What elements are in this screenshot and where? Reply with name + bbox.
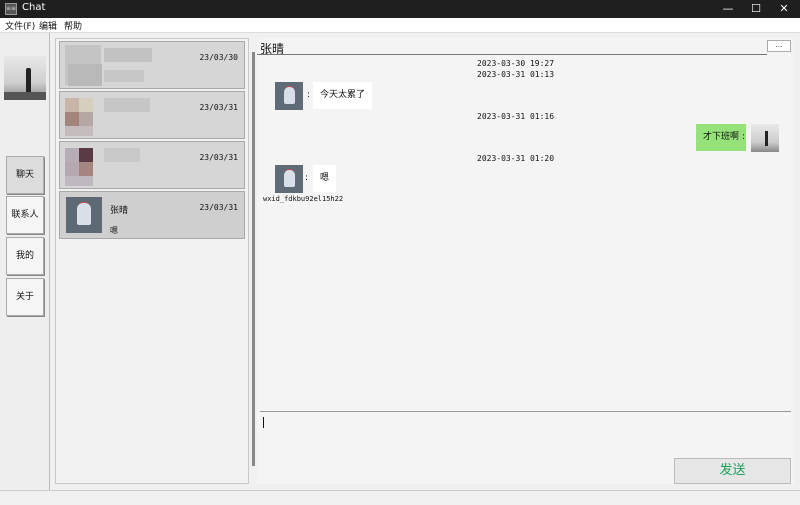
conversation-item[interactable]: 23/03/31 bbox=[59, 141, 245, 189]
list-scrollbar[interactable] bbox=[252, 52, 255, 466]
conversation-last-message: 嗯 bbox=[110, 226, 118, 235]
timestamp: 2023-03-31 01:16 bbox=[477, 112, 555, 121]
message-bubble-incoming: 嗯 bbox=[313, 165, 337, 192]
timestamp: 2023-03-30 19:27 bbox=[477, 59, 555, 68]
header-divider bbox=[257, 54, 767, 55]
window-title: Chat bbox=[22, 2, 46, 13]
nav-about-button[interactable]: 关于 bbox=[6, 278, 44, 316]
conversation-item[interactable]: 23/03/30 bbox=[59, 41, 245, 89]
contact-avatar bbox=[275, 165, 303, 193]
send-button[interactable]: 发送 bbox=[674, 458, 791, 484]
conversation-date: 23/03/30 bbox=[199, 53, 238, 62]
message-bubble-incoming: 今天太累了 bbox=[313, 82, 373, 109]
status-bar bbox=[0, 490, 800, 505]
more-button[interactable]: ... bbox=[767, 40, 791, 52]
nav-chat-button[interactable]: 聊天 bbox=[6, 156, 44, 194]
menu-file[interactable]: 文件(F) bbox=[5, 19, 35, 32]
text-caret bbox=[263, 417, 264, 428]
title-bar: ≡≡ Chat — ☐ ✕ bbox=[0, 0, 800, 18]
app-icon: ≡≡ bbox=[5, 3, 17, 15]
conversation-date: 23/03/31 bbox=[199, 103, 238, 112]
conversation-date: 23/03/31 bbox=[199, 203, 238, 212]
separator: : bbox=[307, 90, 311, 100]
conversation-date: 23/03/31 bbox=[199, 153, 238, 162]
message-input[interactable] bbox=[260, 411, 791, 459]
menu-help[interactable]: 帮助 bbox=[64, 19, 82, 32]
user-avatar bbox=[751, 124, 779, 152]
conversation-name: 张晴 bbox=[110, 206, 129, 216]
chat-panel: 张晴 ... 2023-03-30 19:27 2023-03-31 01:13… bbox=[257, 38, 794, 484]
nav-mine-button[interactable]: 我的 bbox=[6, 237, 44, 275]
conversation-item[interactable]: 23/03/31 bbox=[59, 91, 245, 139]
message-bubble-outgoing: 才下班啊 bbox=[696, 124, 747, 151]
menu-bar: 文件(F) 编辑 帮助 bbox=[0, 18, 800, 33]
side-nav: 聊天 联系人 我的 关于 bbox=[0, 33, 50, 490]
contact-avatar bbox=[66, 197, 102, 233]
nav-contacts-button[interactable]: 联系人 bbox=[6, 196, 44, 234]
timestamp: 2023-03-31 01:13 bbox=[477, 70, 555, 79]
sender-wxid: wxid_fdkbu92el15h22 bbox=[263, 195, 344, 203]
timestamp: 2023-03-31 01:20 bbox=[477, 154, 555, 163]
separator: : bbox=[742, 132, 746, 142]
conversation-item-selected[interactable]: 张晴 23/03/31 嗯 bbox=[59, 191, 245, 239]
conversation-list: 23/03/30 23/03/31 23/03/31 张晴 23/03/31 嗯 bbox=[55, 38, 249, 484]
user-avatar[interactable] bbox=[4, 56, 46, 100]
menu-edit[interactable]: 编辑 bbox=[39, 19, 57, 32]
close-icon[interactable]: ✕ bbox=[766, 0, 800, 18]
separator: : bbox=[305, 173, 309, 183]
contact-avatar bbox=[275, 82, 303, 110]
